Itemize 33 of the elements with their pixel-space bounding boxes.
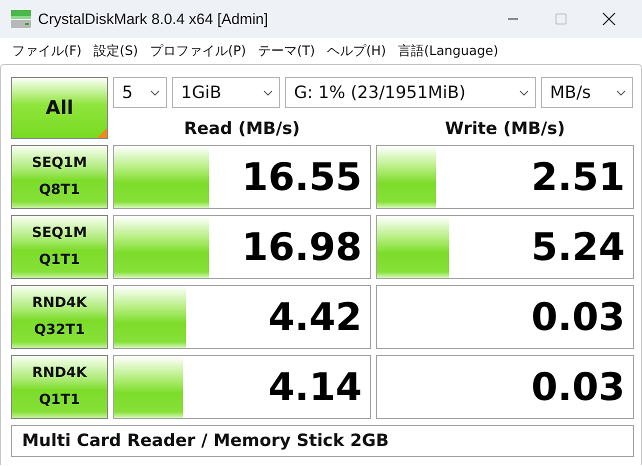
caret-icon bbox=[263, 90, 273, 96]
speed-value: 4.14 bbox=[268, 365, 363, 409]
speed-value: 4.42 bbox=[268, 295, 363, 339]
test-button[interactable]: SEQ1M Q1T1 bbox=[11, 215, 108, 279]
dropdown[interactable]: MB/s bbox=[541, 77, 633, 108]
test-button[interactable]: SEQ1M Q8T1 bbox=[11, 145, 108, 209]
close-icon[interactable] bbox=[602, 12, 616, 26]
menu-item[interactable]: 言語(Language) bbox=[392, 42, 504, 60]
speed-value: 5.24 bbox=[531, 225, 626, 269]
dropdown[interactable]: G: 1% (23/1951MiB) bbox=[285, 77, 536, 108]
speed-value: 16.98 bbox=[242, 225, 363, 269]
menu-item[interactable]: プロファイル(P) bbox=[144, 42, 252, 60]
app-icon bbox=[10, 9, 32, 29]
test-button[interactable]: RND4K Q32T1 bbox=[11, 285, 108, 349]
speed-value: 2.51 bbox=[531, 155, 626, 199]
menu-item[interactable]: ファイル(F) bbox=[6, 42, 88, 60]
drive-name: Multi Card Reader / Memory Stick 2GB bbox=[21, 431, 389, 451]
speed-value: 16.55 bbox=[242, 155, 363, 199]
all-button[interactable]: All bbox=[11, 77, 108, 139]
caret-icon bbox=[616, 90, 626, 96]
dropdown[interactable]: 1GiB bbox=[172, 77, 280, 108]
speed-value: 0.03 bbox=[531, 365, 626, 409]
window-title: CrystalDiskMark 8.0.4 x64 [Admin] bbox=[38, 10, 268, 28]
column-header: Read (MB/s) bbox=[183, 119, 301, 139]
caret-icon bbox=[150, 90, 160, 96]
column-header: Write (MB/s) bbox=[444, 119, 566, 139]
menu-item[interactable]: ヘルプ(H) bbox=[321, 42, 392, 60]
speed-value: 0.03 bbox=[531, 295, 626, 339]
test-button[interactable]: RND4K Q1T1 bbox=[11, 355, 108, 419]
menu-item[interactable]: テーマ(T) bbox=[252, 42, 322, 60]
dropdown[interactable]: 5 bbox=[113, 77, 167, 108]
caret-icon bbox=[519, 90, 529, 96]
menu-item[interactable]: 設定(S) bbox=[88, 42, 144, 60]
